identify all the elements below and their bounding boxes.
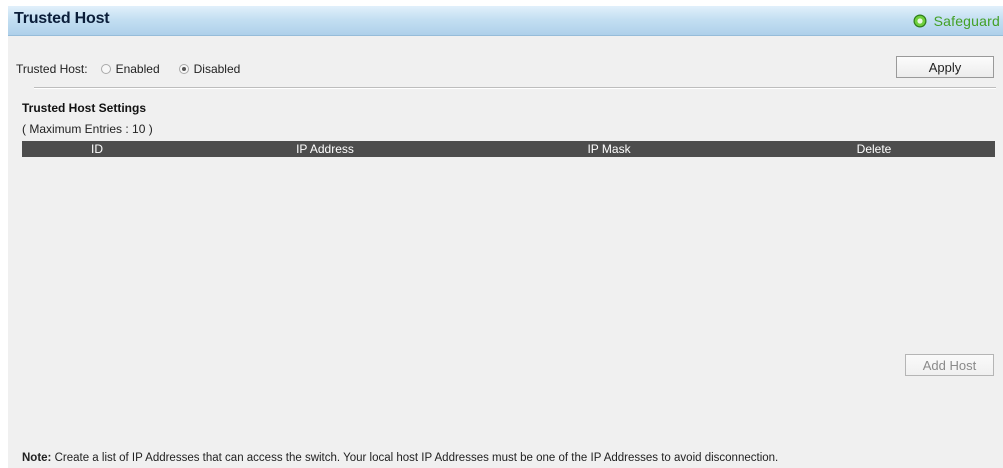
title-bar: Trusted Host Safeguard xyxy=(8,6,1003,36)
trusted-host-label: Trusted Host: xyxy=(16,62,88,76)
section-title: Trusted Host Settings xyxy=(22,101,147,115)
apply-button[interactable]: Apply xyxy=(896,56,994,78)
enabled-radio-label: Enabled xyxy=(115,62,160,76)
note-text: Note: Create a list of IP Addresses that… xyxy=(22,452,778,464)
note-body: Create a list of IP Addresses that can a… xyxy=(51,452,779,464)
table-header: ID IP Address IP Mask Delete xyxy=(22,141,995,157)
divider xyxy=(34,87,996,89)
column-header-id: ID xyxy=(91,142,103,156)
max-entries-text: ( Maximum Entries : 10 ) xyxy=(22,122,153,136)
safeguard-label: Safeguard xyxy=(933,13,1000,29)
safeguard-indicator[interactable]: Safeguard xyxy=(913,12,1000,30)
column-header-ip-address: IP Address xyxy=(296,142,354,156)
safeguard-indicator-icon xyxy=(913,14,927,28)
note-prefix: Note: xyxy=(22,452,52,464)
column-header-delete: Delete xyxy=(856,142,892,156)
enabled-radio-option[interactable]: Enabled xyxy=(100,62,160,76)
disabled-radio-label: Disabled xyxy=(193,62,241,76)
column-header-ip-mask: IP Mask xyxy=(587,142,631,156)
disabled-radio[interactable] xyxy=(178,64,189,74)
enabled-radio[interactable] xyxy=(100,64,111,74)
trusted-host-toggle-row: Trusted Host: Enabled Disabled xyxy=(16,59,259,79)
add-host-button[interactable]: Add Host xyxy=(905,354,994,376)
disabled-radio-option[interactable]: Disabled xyxy=(178,62,241,76)
content-panel: Trusted Host Safeguard Trusted Host: Ena… xyxy=(8,6,1003,468)
page-title: Trusted Host xyxy=(14,10,110,27)
